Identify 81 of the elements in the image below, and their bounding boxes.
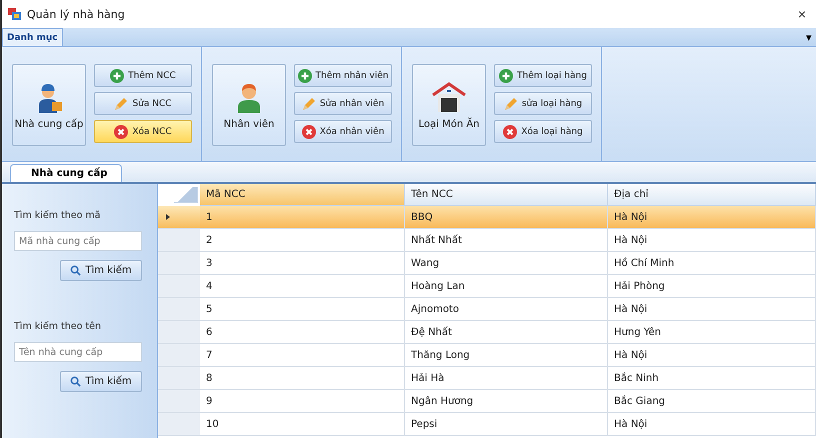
select-all-corner[interactable] [174, 187, 198, 203]
table-cell: Ngân Hương [405, 390, 608, 413]
row-header[interactable] [158, 390, 200, 413]
pencil-icon [504, 96, 518, 110]
close-button[interactable]: × [794, 6, 810, 22]
delete-icon [114, 124, 128, 138]
ribbon-button[interactable]: Xóa NCC [94, 120, 192, 143]
table-cell: 3 [200, 252, 405, 275]
ribbon-collapse-button[interactable]: ▾ [802, 30, 816, 44]
document-tab[interactable]: Nhà cung cấp [10, 164, 122, 182]
table-cell: Hà Nội [608, 413, 816, 436]
search-label: Tìm kiếm theo tên [14, 321, 102, 332]
search-field[interactable]: Mã nhà cung cấp [14, 231, 142, 251]
row-header[interactable] [158, 413, 200, 436]
table-cell: 8 [200, 367, 405, 390]
ribbon-button[interactable]: Xóa nhân viên [294, 120, 392, 143]
plus-icon [110, 68, 124, 82]
search-button[interactable]: Tìm kiếm [60, 260, 142, 281]
row-header[interactable] [158, 206, 200, 229]
row-header[interactable] [158, 229, 200, 252]
search-button[interactable]: Tìm kiếm [60, 371, 142, 392]
delete-icon [302, 124, 316, 138]
row-header[interactable] [158, 298, 200, 321]
ribbon-button[interactable]: Sửa NCC [94, 92, 192, 115]
current-row-icon [166, 214, 170, 220]
table-cell: 1 [200, 206, 405, 229]
delete-icon [503, 124, 518, 138]
table-cell: 6 [200, 321, 405, 344]
plus-icon [499, 68, 514, 82]
ribbon-button[interactable]: Thêm NCC [94, 64, 192, 87]
pencil-icon [302, 96, 316, 110]
ribbon-button[interactable]: Thêm loại hàng [494, 64, 592, 87]
table-cell: Pepsi [405, 413, 608, 436]
row-header[interactable] [158, 344, 200, 367]
table-cell: Bắc Giang [608, 390, 816, 413]
table-cell: 7 [200, 344, 405, 367]
garage-icon [431, 80, 467, 112]
row-header[interactable] [158, 252, 200, 275]
ribbon-button[interactable]: Sửa nhân viên [294, 92, 392, 115]
column-header[interactable]: Mã NCC [200, 184, 405, 206]
search-field[interactable]: Tên nhà cung cấp [14, 342, 142, 362]
table-cell: 10 [200, 413, 405, 436]
table-cell: Hà Nội [608, 298, 816, 321]
search-label: Tìm kiếm theo mã [14, 210, 102, 221]
app-icon [8, 8, 21, 20]
table-cell: Hải Hà [405, 367, 608, 390]
table-cell: Hà Nội [608, 229, 816, 252]
table-cell: Hải Phòng [608, 275, 816, 298]
column-header[interactable]: Tên NCC [405, 184, 608, 206]
table-cell: Wang [405, 252, 608, 275]
table-cell: Đệ Nhất [405, 321, 608, 344]
ribbon-large-button[interactable]: Loại Món Ăn [412, 64, 486, 146]
search-icon [70, 376, 82, 387]
table-cell: Hà Nội [608, 206, 816, 229]
table-cell: Thăng Long [405, 344, 608, 367]
table-cell: Hồ Chí Minh [608, 252, 816, 275]
pencil-icon [114, 96, 128, 110]
window-title: Quản lý nhà hàng [27, 8, 126, 20]
table-cell: 5 [200, 298, 405, 321]
table-cell: BBQ [405, 206, 608, 229]
search-icon [70, 265, 82, 276]
table-cell: Ajnomoto [405, 298, 608, 321]
table-cell: Hoàng Lan [405, 275, 608, 298]
table-cell: 2 [200, 229, 405, 252]
ribbon-tab[interactable]: Danh mục [2, 28, 63, 46]
ribbon-button[interactable]: sửa loại hàng [494, 92, 592, 115]
row-header[interactable] [158, 367, 200, 390]
table-cell: Hà Nội [608, 344, 816, 367]
ribbon-button[interactable]: Thêm nhân viên [294, 64, 392, 87]
plus-icon [298, 68, 312, 82]
table-cell: Hưng Yên [608, 321, 816, 344]
row-header[interactable] [158, 275, 200, 298]
ribbon-large-button[interactable]: Nhân viên [212, 64, 286, 146]
table-cell: Bắc Ninh [608, 367, 816, 390]
table-cell: Nhất Nhất [405, 229, 608, 252]
ribbon-button[interactable]: Xóa loại hàng [494, 120, 592, 143]
table-cell: 9 [200, 390, 405, 413]
column-header[interactable]: Địa chỉ [608, 184, 816, 206]
table-cell: 4 [200, 275, 405, 298]
row-header[interactable] [158, 321, 200, 344]
ribbon-large-button[interactable]: Nhà cung cấp [12, 64, 86, 146]
